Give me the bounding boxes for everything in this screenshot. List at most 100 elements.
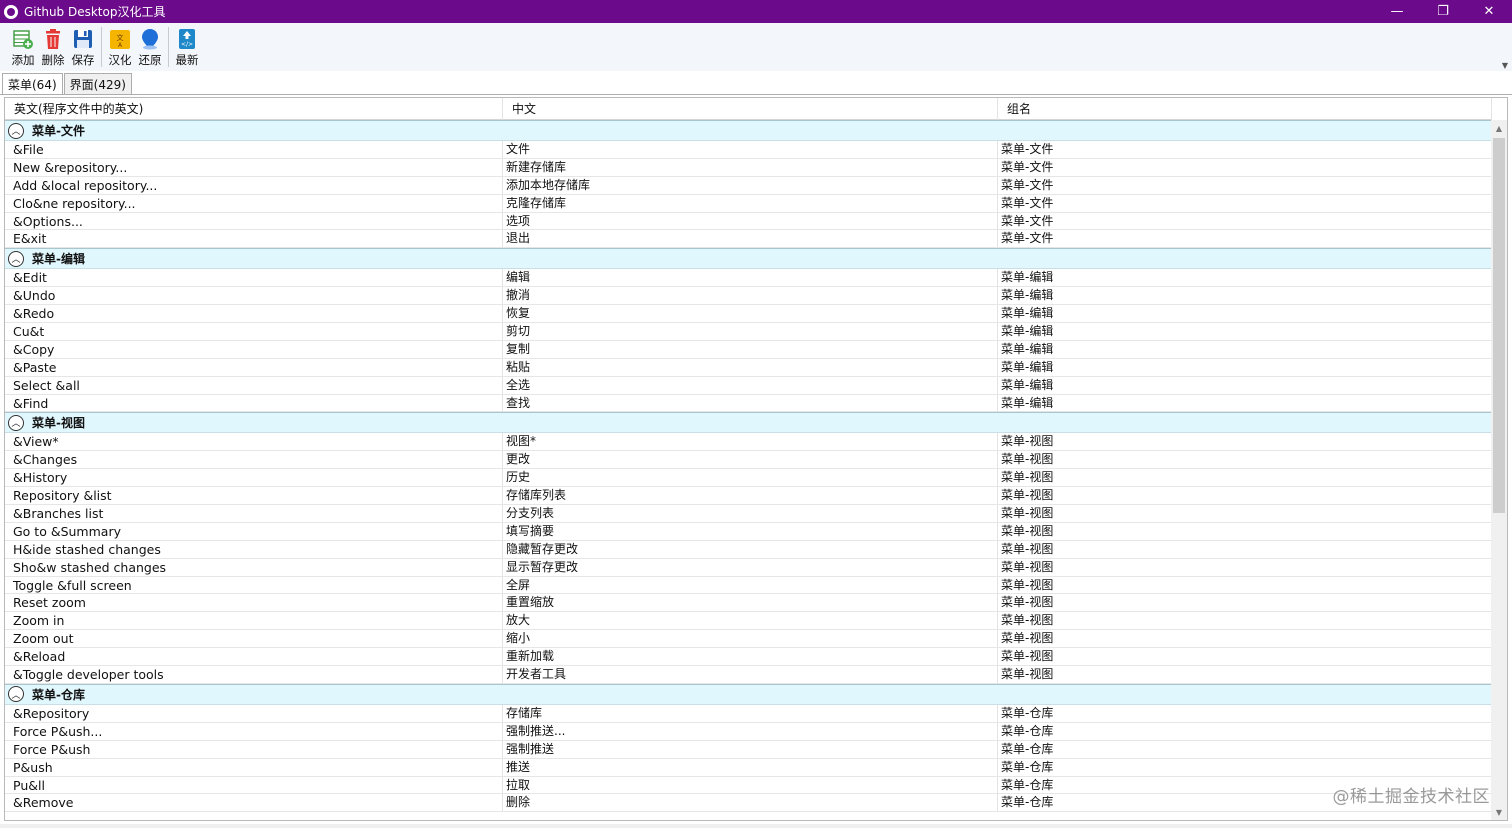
cell-group[interactable]: 菜单-编辑 xyxy=(998,323,1492,341)
cell-english[interactable]: Select &all xyxy=(5,376,503,394)
minimize-button[interactable]: — xyxy=(1374,0,1420,23)
table-row[interactable]: Sho&w stashed changes 显示暂存更改 菜单-视图 xyxy=(5,558,1492,577)
table-row[interactable]: Go to &Summary 填写摘要 菜单-视图 xyxy=(5,522,1492,541)
table-row[interactable]: &Changes 更改 菜单-视图 xyxy=(5,451,1492,470)
cell-chinese[interactable]: 新建存储库 xyxy=(503,158,998,176)
column-header-group[interactable]: 组名 xyxy=(998,98,1492,120)
cell-group[interactable]: 菜单-编辑 xyxy=(998,376,1492,394)
cell-english[interactable]: &Undo xyxy=(5,287,503,305)
collapse-icon[interactable]: ︿ xyxy=(8,250,24,267)
table-row[interactable]: Cu&t 剪切 菜单-编辑 xyxy=(5,323,1492,341)
cell-english[interactable]: Pu&ll xyxy=(5,776,503,794)
table-row[interactable]: Add &local repository... 添加本地存储库 菜单-文件 xyxy=(5,176,1492,195)
cell-group[interactable]: 菜单-编辑 xyxy=(998,394,1492,412)
table-row[interactable]: Repository &list 存储库列表 菜单-视图 xyxy=(5,487,1492,506)
cell-group[interactable]: 菜单-视图 xyxy=(998,540,1492,558)
collapse-icon[interactable]: ︿ xyxy=(8,414,24,431)
cell-group[interactable]: 菜单-仓库 xyxy=(998,740,1492,758)
cell-english[interactable]: Zoom out xyxy=(5,630,503,648)
cell-chinese[interactable]: 剪切 xyxy=(503,323,998,341)
cell-chinese[interactable]: 强制推送... xyxy=(503,722,998,740)
cell-english[interactable]: &Edit xyxy=(5,269,503,287)
cell-chinese[interactable]: 拉取 xyxy=(503,776,998,794)
cell-english[interactable]: Add &local repository... xyxy=(5,176,503,194)
cell-english[interactable]: &Copy xyxy=(5,340,503,358)
cell-chinese[interactable]: 存储库 xyxy=(503,704,998,722)
cell-group[interactable]: 菜单-仓库 xyxy=(998,758,1492,776)
cell-chinese[interactable]: 隐藏暂存更改 xyxy=(503,540,998,558)
column-header-english[interactable]: 英文(程序文件中的英文) xyxy=(5,98,503,120)
cell-group[interactable]: 菜单-视图 xyxy=(998,469,1492,487)
cell-chinese[interactable]: 放大 xyxy=(503,612,998,630)
cell-group[interactable]: 菜单-文件 xyxy=(998,230,1492,248)
cell-chinese[interactable]: 克隆存储库 xyxy=(503,194,998,212)
cell-english[interactable]: &View* xyxy=(5,433,503,451)
scroll-up-icon[interactable]: ▲ xyxy=(1491,120,1507,136)
translate-button[interactable]: 文 A 汉化 xyxy=(105,23,135,69)
cell-chinese[interactable]: 全屏 xyxy=(503,576,998,594)
vertical-scrollbar[interactable]: ▲ ▼ xyxy=(1491,120,1507,820)
tab-menu[interactable]: 菜单(64) xyxy=(2,73,63,95)
cell-english[interactable]: &File xyxy=(5,141,503,158)
cell-chinese[interactable]: 查找 xyxy=(503,394,998,412)
cell-group[interactable]: 菜单-编辑 xyxy=(998,305,1492,323)
table-row[interactable]: Pu&ll 拉取 菜单-仓库 xyxy=(5,776,1492,795)
table-row[interactable]: P&ush 推送 菜单-仓库 xyxy=(5,758,1492,777)
cell-english[interactable]: &Toggle developer tools xyxy=(5,666,503,684)
cell-english[interactable]: &Redo xyxy=(5,305,503,323)
table-row[interactable]: Zoom out 缩小 菜单-视图 xyxy=(5,630,1492,649)
cell-chinese[interactable]: 添加本地存储库 xyxy=(503,176,998,194)
cell-chinese[interactable]: 退出 xyxy=(503,230,998,248)
cell-chinese[interactable]: 恢复 xyxy=(503,305,998,323)
column-header-chinese[interactable]: 中文 xyxy=(503,98,998,120)
scrollbar-thumb[interactable] xyxy=(1493,138,1505,513)
restore-button[interactable]: ❐ xyxy=(1420,0,1466,23)
table-row[interactable]: &Reload 重新加载 菜单-视图 xyxy=(5,648,1492,667)
cell-chinese[interactable]: 重置缩放 xyxy=(503,594,998,612)
cell-english[interactable]: Reset zoom xyxy=(5,594,503,612)
table-row[interactable]: &Repository 存储库 菜单-仓库 xyxy=(5,704,1492,723)
table-row[interactable]: &Branches list 分支列表 菜单-视图 xyxy=(5,505,1492,523)
cell-chinese[interactable]: 分支列表 xyxy=(503,505,998,523)
update-button[interactable]: </> 最新 xyxy=(172,23,202,69)
cell-group[interactable]: 菜单-视图 xyxy=(998,487,1492,505)
cell-group[interactable]: 菜单-视图 xyxy=(998,666,1492,684)
cell-group[interactable]: 菜单-编辑 xyxy=(998,269,1492,287)
cell-chinese[interactable]: 视图* xyxy=(503,433,998,451)
table-row[interactable]: Select &all 全选 菜单-编辑 xyxy=(5,376,1492,395)
table-row[interactable]: &Edit 编辑 菜单-编辑 xyxy=(5,269,1492,288)
cell-group[interactable]: 菜单-视图 xyxy=(998,648,1492,666)
cell-english[interactable]: Zoom in xyxy=(5,612,503,630)
table-row[interactable]: Force P&ush 强制推送 菜单-仓库 xyxy=(5,740,1492,759)
cell-chinese[interactable]: 显示暂存更改 xyxy=(503,558,998,576)
cell-english[interactable]: Clo&ne repository... xyxy=(5,194,503,212)
cell-english[interactable]: &Paste xyxy=(5,358,503,376)
group-row[interactable]: ︿ 菜单-视图 xyxy=(5,412,1492,434)
cell-chinese[interactable]: 开发者工具 xyxy=(503,666,998,684)
cell-group[interactable]: 菜单-仓库 xyxy=(998,722,1492,740)
table-row[interactable]: &File 文件 菜单-文件 xyxy=(5,141,1492,159)
table-row[interactable]: &Find 查找 菜单-编辑 xyxy=(5,394,1492,413)
cell-english[interactable]: Sho&w stashed changes xyxy=(5,558,503,576)
cell-english[interactable]: Go to &Summary xyxy=(5,522,503,540)
cell-chinese[interactable]: 重新加载 xyxy=(503,648,998,666)
cell-english[interactable]: &Changes xyxy=(5,451,503,469)
cell-chinese[interactable]: 存储库列表 xyxy=(503,487,998,505)
cell-group[interactable]: 菜单-视图 xyxy=(998,451,1492,469)
table-row[interactable]: Toggle &full screen 全屏 菜单-视图 xyxy=(5,576,1492,595)
table-row[interactable]: New &repository... 新建存储库 菜单-文件 xyxy=(5,158,1492,177)
cell-group[interactable]: 菜单-文件 xyxy=(998,158,1492,176)
table-row[interactable]: &View* 视图* 菜单-视图 xyxy=(5,433,1492,452)
cell-chinese[interactable]: 推送 xyxy=(503,758,998,776)
cell-english[interactable]: New &repository... xyxy=(5,158,503,176)
group-row[interactable]: ︿ 菜单-文件 xyxy=(5,120,1492,141)
toolbar-overflow-icon[interactable]: ▼ xyxy=(1502,61,1508,70)
cell-english[interactable]: &Find xyxy=(5,394,503,412)
table-row[interactable]: &Copy 复制 菜单-编辑 xyxy=(5,340,1492,359)
cell-chinese[interactable]: 填写摘要 xyxy=(503,522,998,540)
cell-group[interactable]: 菜单-视图 xyxy=(998,433,1492,451)
cell-english[interactable]: E&xit xyxy=(5,230,503,248)
cell-english[interactable]: &History xyxy=(5,469,503,487)
cell-chinese[interactable]: 撤消 xyxy=(503,287,998,305)
cell-group[interactable]: 菜单-编辑 xyxy=(998,340,1492,358)
